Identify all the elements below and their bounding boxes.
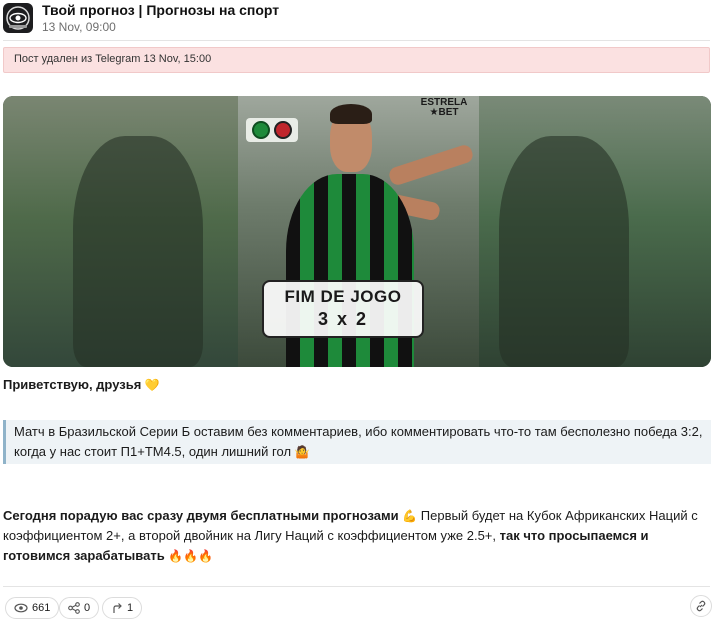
score-value: 3 x 2	[317, 309, 369, 329]
deleted-notice: Пост удален из Telegram 13 Nov, 15:00	[3, 47, 710, 73]
fire-icon: 🔥🔥🔥	[168, 549, 214, 563]
post-image[interactable]: ESTRELA ★BET FIM DE JOGO 3 x 2	[3, 96, 711, 367]
channel-name[interactable]: Твой прогноз | Прогнозы на спорт	[42, 2, 279, 18]
forwards-counter[interactable]: 1	[102, 597, 143, 619]
quote-text: Матч в Бразильской Серии Б оставим без к…	[14, 424, 703, 459]
forwards-count: 1	[127, 602, 134, 614]
eye-logo-icon	[6, 6, 30, 30]
message-body: Сегодня порадую вас сразу двумя бесплатн…	[3, 506, 703, 566]
post-header: Твой прогноз | Прогнозы на спорт 13 Nov,…	[0, 0, 714, 40]
body-bold-1: Сегодня порадую вас сразу двумя бесплатн…	[3, 508, 399, 523]
greeting-text: Приветствую, друзья	[3, 377, 142, 392]
sponsor-line-2: ★BET	[429, 107, 459, 118]
player-hair	[330, 104, 372, 124]
player-jersey	[286, 174, 414, 367]
views-counter[interactable]: 661	[5, 597, 60, 619]
flexed-biceps-icon: 💪	[402, 509, 418, 523]
divider	[3, 586, 710, 587]
player-arm	[387, 143, 475, 187]
yellow-heart-icon: 💛	[144, 378, 160, 392]
divider	[3, 40, 710, 41]
blurred-background-left	[3, 96, 238, 367]
forward-icon	[113, 603, 122, 613]
shares-count: 0	[84, 602, 91, 614]
sponsor-logo: ESTRELA ★BET	[415, 98, 473, 120]
post-date: 13 Nov, 09:00	[42, 20, 116, 34]
deleted-notice-date: 13 Nov, 15:00	[143, 53, 212, 65]
channel-avatar[interactable]	[3, 3, 33, 33]
score-box: FIM DE JOGO 3 x 2	[262, 280, 424, 338]
match-result-photo: ESTRELA ★BET FIM DE JOGO 3 x 2	[238, 96, 479, 367]
score-title: FIM DE JOGO	[284, 287, 402, 306]
team-crest-away-icon	[274, 121, 292, 139]
deleted-notice-text: Пост удален из Telegram	[14, 53, 141, 65]
link-icon	[696, 600, 706, 612]
copy-link-button[interactable]	[690, 595, 712, 617]
shrug-icon: 🤷	[294, 445, 310, 459]
share-icon	[68, 602, 80, 614]
team-crests	[246, 118, 298, 142]
shares-counter[interactable]: 0	[59, 597, 100, 619]
blockquote: Матч в Бразильской Серии Б оставим без к…	[3, 420, 711, 464]
team-crest-home-icon	[252, 121, 270, 139]
views-count: 661	[32, 602, 51, 614]
blurred-background-right	[479, 96, 711, 367]
eye-icon	[14, 603, 28, 613]
greeting-line: Приветствую, друзья 💛	[3, 375, 160, 395]
